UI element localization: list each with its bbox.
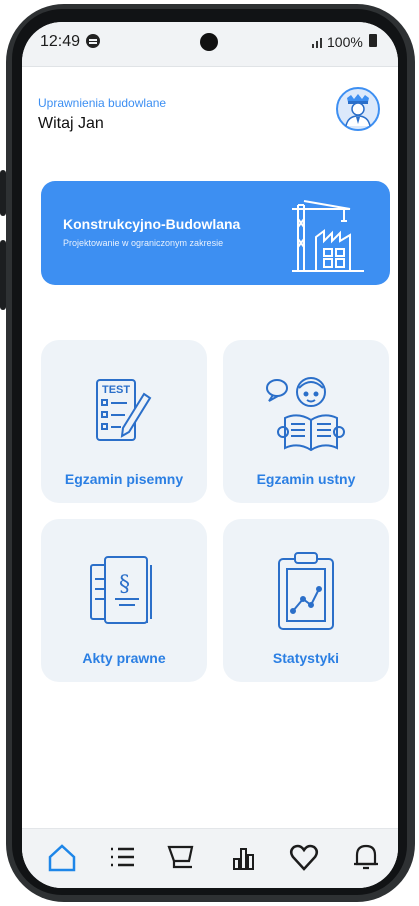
card-statistics[interactable]: Statystyki <box>223 519 389 682</box>
app-screen: 12:49 100% Uprawnienia budowlane Witaj J… <box>22 22 398 888</box>
card-label: Egzamin pisemny <box>64 471 184 487</box>
card-label: Egzamin ustny <box>256 471 356 487</box>
spotify-icon <box>86 34 100 48</box>
banner-subtitle: Projektowanie w ograniczonym zakresie <box>63 238 224 248</box>
side-button <box>0 240 6 310</box>
front-camera <box>200 33 218 51</box>
bell-icon[interactable] <box>348 839 384 875</box>
home-icon[interactable] <box>44 839 80 875</box>
status-time: 12:49 <box>40 33 81 50</box>
app-subtitle: Uprawnienia budowlane <box>38 96 167 110</box>
svg-text:§: § <box>119 572 130 597</box>
test-sheet-icon: TEST <box>96 379 152 441</box>
chart-icon[interactable] <box>226 839 262 875</box>
legal-acts-icon: § <box>90 556 152 624</box>
side-button <box>0 170 6 216</box>
banner-title: Konstrukcyjno-Budowlana <box>63 216 241 232</box>
phone-mockup: 12:49 100% Uprawnienia budowlane Witaj J… <box>0 0 419 906</box>
card-label: Akty prawne <box>82 650 166 666</box>
battery-percent: 100% <box>327 34 363 50</box>
battery-icon <box>369 34 377 47</box>
heart-icon[interactable] <box>286 839 322 875</box>
category-banner[interactable]: Konstrukcyjno-Budowlana Projektowanie w … <box>41 181 390 285</box>
card-oral-exam[interactable]: Egzamin ustny <box>223 340 389 503</box>
oral-exam-icon <box>266 377 345 452</box>
card-written-exam[interactable]: TEST Egzamin pisemny <box>41 340 207 503</box>
profile-avatar-icon[interactable] <box>335 86 381 132</box>
greeting: Witaj Jan <box>38 115 104 132</box>
test-icon-label: TEST <box>102 384 130 396</box>
bottom-navigation <box>22 828 398 888</box>
cart-icon[interactable] <box>164 839 200 875</box>
list-icon[interactable] <box>104 839 140 875</box>
card-label: Statystyki <box>272 650 340 666</box>
card-legal-acts[interactable]: § Akty prawne <box>41 519 207 682</box>
crane-building-icon <box>292 200 364 272</box>
statistics-icon <box>278 552 334 630</box>
status-bar: 12:49 100% <box>22 22 398 67</box>
